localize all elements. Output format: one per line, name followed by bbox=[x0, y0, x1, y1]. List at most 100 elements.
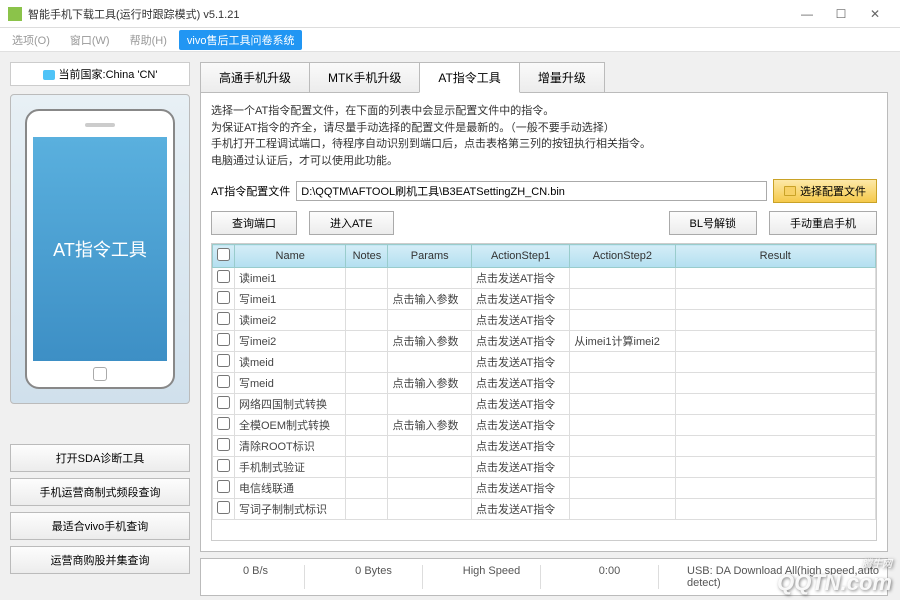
table-cell: 写imei2 bbox=[235, 331, 346, 352]
table-cell[interactable]: 点击发送AT指令 bbox=[471, 478, 569, 499]
table-cell[interactable]: 点击发送AT指令 bbox=[471, 415, 569, 436]
table-cell[interactable]: 从imei1计算imei2 bbox=[570, 331, 675, 352]
table-cell: 读imei2 bbox=[235, 310, 346, 331]
table-cell[interactable]: 点击发送AT指令 bbox=[471, 394, 569, 415]
menu-options[interactable]: 选项(O) bbox=[4, 30, 58, 50]
carrier-band-query-button[interactable]: 手机运营商制式频段查询 bbox=[10, 478, 190, 506]
table-cell bbox=[388, 457, 472, 478]
table-cell bbox=[346, 289, 388, 310]
tab-bar: 高通手机升级 MTK手机升级 AT指令工具 增量升级 bbox=[200, 62, 888, 93]
table-cell[interactable]: 点击输入参数 bbox=[388, 415, 472, 436]
vivo-phone-query-button[interactable]: 最适合vivo手机查询 bbox=[10, 512, 190, 540]
row-checkbox[interactable] bbox=[217, 396, 230, 409]
table-row[interactable]: 清除ROOT标识 点击发送AT指令 bbox=[213, 436, 876, 457]
desc-line: 电脑通过认证后，才可以使用此功能。 bbox=[211, 153, 877, 170]
table-cell[interactable]: 点击发送AT指令 bbox=[471, 436, 569, 457]
table-row[interactable]: 读imei1点击发送AT指令 bbox=[213, 268, 876, 289]
table-row[interactable]: 网络四国制式转换 点击发送AT指令 bbox=[213, 394, 876, 415]
select-all-checkbox[interactable] bbox=[217, 248, 230, 261]
row-checkbox[interactable] bbox=[217, 354, 230, 367]
menu-window[interactable]: 窗口(W) bbox=[62, 30, 118, 50]
row-checkbox[interactable] bbox=[217, 501, 230, 514]
table-cell bbox=[388, 499, 472, 520]
choose-config-button[interactable]: 选择配置文件 bbox=[773, 179, 877, 203]
tab-qualcomm[interactable]: 高通手机升级 bbox=[200, 62, 310, 93]
tab-incremental[interactable]: 增量升级 bbox=[519, 62, 605, 93]
table-cell: 网络四国制式转换 bbox=[235, 394, 346, 415]
table-row[interactable]: 读meid点击发送AT指令 bbox=[213, 352, 876, 373]
row-checkbox[interactable] bbox=[217, 480, 230, 493]
manual-reboot-button[interactable]: 手动重启手机 bbox=[769, 211, 877, 235]
table-row[interactable]: 写词子制制式标识点击发送AT指令 bbox=[213, 499, 876, 520]
row-checkbox[interactable] bbox=[217, 375, 230, 388]
table-row[interactable]: 写meid点击输入参数点击发送AT指令 bbox=[213, 373, 876, 394]
row-checkbox[interactable] bbox=[217, 333, 230, 346]
enter-ate-button[interactable]: 进入ATE bbox=[309, 211, 394, 235]
table-cell[interactable]: 点击发送AT指令 bbox=[471, 310, 569, 331]
table-cell: 清除ROOT标识 bbox=[235, 436, 346, 457]
table-cell bbox=[570, 415, 675, 436]
menu-vivo-survey[interactable]: vivo售后工具问卷系统 bbox=[179, 30, 303, 50]
tab-panel: 选择一个AT指令配置文件，在下面的列表中会显示配置文件中的指令。 为保证AT指令… bbox=[200, 92, 888, 552]
table-row[interactable]: 写imei2 点击输入参数点击发送AT指令从imei1计算imei2 bbox=[213, 331, 876, 352]
table-header[interactable]: ActionStep2 bbox=[570, 245, 675, 268]
table-row[interactable]: 写imei1点击输入参数点击发送AT指令 bbox=[213, 289, 876, 310]
table-cell[interactable]: 点击输入参数 bbox=[388, 373, 472, 394]
table-row[interactable]: 手机制式验证 点击发送AT指令 bbox=[213, 457, 876, 478]
table-cell bbox=[675, 436, 875, 457]
table-header[interactable] bbox=[213, 245, 235, 268]
table-cell bbox=[388, 436, 472, 457]
table-cell[interactable]: 点击发送AT指令 bbox=[471, 289, 569, 310]
table-cell bbox=[570, 394, 675, 415]
table-header[interactable]: ActionStep1 bbox=[471, 245, 569, 268]
table-cell[interactable]: 点击发送AT指令 bbox=[471, 373, 569, 394]
table-cell bbox=[570, 352, 675, 373]
table-cell[interactable]: 点击发送AT指令 bbox=[471, 331, 569, 352]
bl-unlock-button[interactable]: BL号解锁 bbox=[669, 211, 757, 235]
query-port-button[interactable]: 查询端口 bbox=[211, 211, 297, 235]
table-cell[interactable]: 点击发送AT指令 bbox=[471, 499, 569, 520]
table-header[interactable]: Name bbox=[235, 245, 346, 268]
row-checkbox[interactable] bbox=[217, 291, 230, 304]
table-row[interactable]: 电信线联通点击发送AT指令 bbox=[213, 478, 876, 499]
table-row[interactable]: 全模OEM制式转换点击输入参数点击发送AT指令 bbox=[213, 415, 876, 436]
table-header[interactable]: Params bbox=[388, 245, 472, 268]
status-usb: USB: DA Download All(high speed,auto det… bbox=[679, 565, 881, 589]
maximize-button[interactable]: ☐ bbox=[824, 3, 858, 25]
table-cell[interactable]: 点击发送AT指令 bbox=[471, 352, 569, 373]
phone-preview: AT指令工具 bbox=[10, 94, 190, 404]
tab-mtk[interactable]: MTK手机升级 bbox=[309, 62, 420, 93]
open-sda-button[interactable]: 打开SDA诊断工具 bbox=[10, 444, 190, 472]
table-cell: 手机制式验证 bbox=[235, 457, 346, 478]
table-cell bbox=[213, 478, 235, 499]
carrier-stock-query-button[interactable]: 运营商购股并集查询 bbox=[10, 546, 190, 574]
config-path-input[interactable] bbox=[296, 181, 767, 201]
menu-help[interactable]: 帮助(H) bbox=[122, 30, 175, 50]
tab-at-command[interactable]: AT指令工具 bbox=[419, 62, 519, 93]
table-cell bbox=[675, 499, 875, 520]
row-checkbox[interactable] bbox=[217, 417, 230, 430]
table-cell bbox=[675, 289, 875, 310]
row-checkbox[interactable] bbox=[217, 312, 230, 325]
row-checkbox[interactable] bbox=[217, 459, 230, 472]
table-cell bbox=[213, 394, 235, 415]
table-cell bbox=[213, 373, 235, 394]
table-row[interactable]: 读imei2 点击发送AT指令 bbox=[213, 310, 876, 331]
table-cell[interactable]: 点击输入参数 bbox=[388, 331, 472, 352]
close-button[interactable]: ✕ bbox=[858, 3, 892, 25]
row-checkbox[interactable] bbox=[217, 270, 230, 283]
table-cell[interactable]: 点击发送AT指令 bbox=[471, 268, 569, 289]
table-cell bbox=[213, 331, 235, 352]
table-cell bbox=[675, 478, 875, 499]
table-cell[interactable]: 点击输入参数 bbox=[388, 289, 472, 310]
table-cell[interactable]: 点击发送AT指令 bbox=[471, 457, 569, 478]
phone-speaker-icon bbox=[85, 123, 115, 127]
menubar: 选项(O) 窗口(W) 帮助(H) vivo售后工具问卷系统 bbox=[0, 28, 900, 52]
status-speed: 0 B/s bbox=[207, 565, 305, 589]
table-header[interactable]: Notes bbox=[346, 245, 388, 268]
minimize-button[interactable]: — bbox=[790, 3, 824, 25]
command-table-wrap[interactable]: NameNotesParamsActionStep1ActionStep2Res… bbox=[211, 243, 877, 541]
table-header[interactable]: Result bbox=[675, 245, 875, 268]
row-checkbox[interactable] bbox=[217, 438, 230, 451]
table-cell bbox=[346, 331, 388, 352]
